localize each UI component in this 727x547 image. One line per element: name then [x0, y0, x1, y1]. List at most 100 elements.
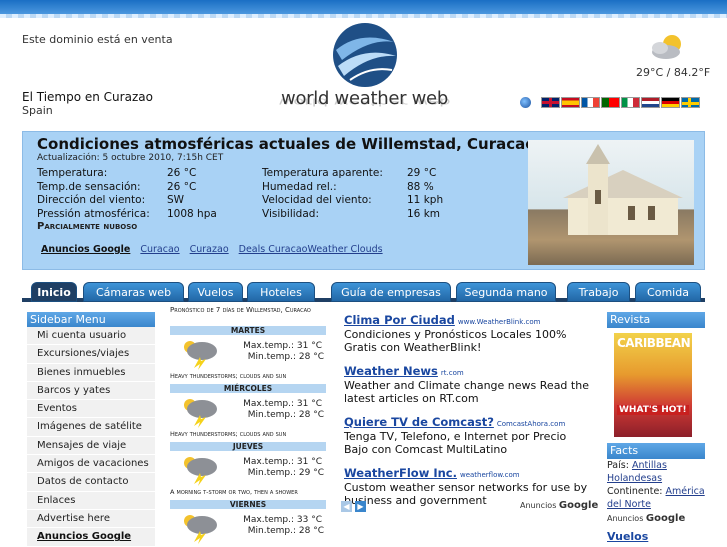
forecast-desc: Heavy thunderstorms; clouds and sun — [170, 430, 287, 438]
cond-value: 11 kph — [407, 194, 444, 206]
sidebar-item-eventos[interactable]: Eventos — [27, 400, 155, 419]
condition-summary: Parcialmente nuboso — [37, 221, 138, 232]
conditions-row: Temperatura: 26 °C Temperatura aparente: 29… — [37, 167, 507, 181]
next-arrow-icon[interactable]: ▶ — [355, 501, 366, 512]
tab-guia-empresas[interactable]: Guía de empresas — [331, 282, 451, 302]
tab-camaras-web[interactable]: Cámaras web — [83, 282, 184, 302]
tab-trabajo[interactable]: Trabajo — [567, 282, 630, 302]
thunderstorm-icon — [184, 515, 217, 544]
site-logo[interactable]: world weather web world weather web — [262, 20, 467, 124]
cond-value: 29 °C — [407, 167, 437, 179]
current-conditions-panel: Condiciones atmosféricas actuales de Wil… — [22, 131, 705, 270]
flag-sweden-icon[interactable] — [681, 97, 700, 108]
ads-by-google-right[interactable]: Anuncios Google — [607, 513, 705, 524]
flag-germany-icon[interactable] — [661, 97, 680, 108]
text-ad: Clima Por Ciudad www.WeatherBlink.com Con… — [344, 309, 589, 354]
facts-header: Facts — [607, 443, 705, 459]
cond-label: Dirección del viento: — [37, 194, 146, 206]
sidebar-item-satelite[interactable]: Imágenes de satélite — [27, 418, 155, 437]
conditions-row: Dirección del viento: SW Velocidad del vie… — [37, 194, 507, 208]
top-banner-strip — [0, 0, 727, 18]
forecast-row: Max.temp.: 31 °C Min.temp.: 29 °C — [170, 451, 326, 488]
flag-france-icon[interactable] — [581, 97, 600, 108]
cond-label: Humedad rel.: — [262, 180, 337, 193]
ad-url[interactable]: www.WeatherBlink.com — [458, 318, 541, 326]
magazine-whats-hot: WHAT'S HOT! — [617, 405, 689, 415]
sidebar-item-mensajes[interactable]: Mensajes de viaje — [27, 436, 155, 456]
globe-icon[interactable] — [520, 97, 531, 108]
ad-link[interactable]: Deals CuracaoWeather Clouds — [239, 244, 383, 255]
revista-header: Revista — [607, 312, 705, 328]
forecast-row: Max.temp.: 31 °C Min.temp.: 28 °C — [170, 335, 326, 372]
sidebar-item-excursiones[interactable]: Excursiones/viajes — [27, 345, 155, 364]
sidebar-item-anuncios[interactable]: Anuncios Google — [27, 528, 155, 547]
sidebar-title: Sidebar Menu — [27, 312, 155, 327]
forecast-min: Min.temp.: 28 °C — [247, 410, 324, 420]
ad-link[interactable]: Curazao — [190, 244, 229, 255]
conditions-row: Pressión atmosférica: 1008 hpa Visibilidad… — [37, 208, 507, 222]
ad-title-link[interactable]: Weather News — [344, 364, 438, 378]
tab-vuelos[interactable]: Vuelos — [188, 282, 243, 302]
cond-value: 26 °C — [167, 180, 197, 193]
ad-title-link[interactable]: Clima Por Ciudad — [344, 313, 455, 327]
magazine-cover[interactable]: CARIBBEAN WHAT'S HOT! — [614, 333, 692, 437]
ad-title-link[interactable]: WeatherFlow Inc. — [344, 466, 457, 480]
tab-segunda-mano[interactable]: Segunda mano — [456, 282, 556, 302]
flag-italy-icon[interactable] — [621, 97, 640, 108]
ad-description: Tenga TV, Telefono, e Internet por Preci… — [344, 430, 567, 456]
conditions-title: Condiciones atmosféricas actuales de Wil… — [37, 135, 536, 153]
forecast-max: Max.temp.: 33 °C — [243, 515, 322, 525]
sidebar-item-bienes[interactable]: Bienes inmuebles — [27, 363, 155, 382]
sidebar-item-enlaces[interactable]: Enlaces — [27, 491, 155, 510]
vuelos-link[interactable]: Vuelos — [607, 530, 705, 543]
city-country: Spain — [22, 104, 53, 117]
cond-value: 26 °C — [167, 167, 197, 179]
ad-link-text: Deals Curacao — [238, 244, 308, 255]
tab-comida[interactable]: Comida — [635, 282, 701, 302]
sidebar-item-contacto[interactable]: Datos de contacto — [27, 473, 155, 492]
facts-label: Continente: — [607, 486, 663, 497]
cond-label: Temp.de sensación: — [37, 180, 141, 193]
text-ads-column: Clima Por Ciudad www.WeatherBlink.com Con… — [344, 309, 589, 513]
sidebar-item-advertise[interactable]: Advertise here — [27, 509, 155, 529]
forecast-desc: Heavy thunderstorms; clouds and sun — [170, 372, 287, 380]
tab-inicio[interactable]: Inicio — [31, 282, 77, 302]
forecast-row: Max.temp.: 33 °C Min.temp.: 28 °C — [170, 509, 326, 546]
forecast-desc: A morning t-storm or two, then a shower — [170, 488, 298, 496]
magazine-title: CARIBBEAN — [617, 336, 691, 350]
sidebar-item-amigos[interactable]: Amigos de vacaciones — [27, 455, 155, 474]
ads-google-label[interactable]: Anuncios Google — [41, 244, 130, 255]
text-ad: Weather News rt.com Weather and Climate c… — [344, 360, 589, 405]
forecast-max: Max.temp.: 31 °C — [243, 399, 322, 409]
flag-netherlands-icon[interactable] — [641, 97, 660, 108]
ad-title-link[interactable]: Quiere TV de Comcast? — [344, 415, 494, 429]
flag-spain-icon[interactable] — [561, 97, 580, 108]
city-photo — [528, 140, 694, 265]
prev-arrow-icon[interactable]: ◀ — [341, 501, 352, 512]
sidebar-item-barcos[interactable]: Barcos y yates — [27, 381, 155, 401]
ad-url[interactable]: rt.com — [441, 369, 464, 377]
forecast-max: Max.temp.: 31 °C — [243, 341, 322, 351]
flag-uk-icon[interactable] — [541, 97, 560, 108]
cond-label: Visibilidad: — [262, 207, 319, 220]
google-wordmark: Google — [645, 513, 686, 524]
tab-hoteles[interactable]: Hoteles — [247, 282, 315, 302]
ad-url[interactable]: ComcastAhora.com — [497, 420, 565, 428]
sidebar-item-mi-cuenta[interactable]: Mi cuenta usuario — [27, 327, 155, 346]
ads-by-text: Anuncios — [607, 514, 644, 523]
ad-link-text[interactable]: Weather Clouds — [307, 244, 382, 255]
forecast-title: Pronóstico de 7 días de Willemstad, Cura… — [170, 306, 311, 314]
thunderstorm-icon — [184, 341, 217, 370]
conditions-row: Temp.de sensación: 26 °C Humedad rel.: 88 % — [37, 181, 507, 195]
domain-sale-link[interactable]: Este dominio está en venta — [22, 33, 173, 46]
google-ad-links: Anuncios Google Curacao Curazao Deals Cu… — [41, 244, 383, 255]
ad-url[interactable]: weatherflow.com — [460, 471, 520, 479]
seven-day-forecast: Pronóstico de 7 días de Willemstad, Cura… — [170, 306, 326, 545]
cond-value: 1008 hpa — [167, 207, 217, 220]
ad-link[interactable]: Curacao — [140, 244, 179, 255]
cond-label: Temperatura: — [37, 167, 108, 179]
forecast-min: Min.temp.: 29 °C — [247, 468, 324, 478]
cond-label: Temperatura aparente: — [262, 167, 383, 179]
flag-portugal-icon[interactable] — [601, 97, 620, 108]
ads-by-google[interactable]: Anuncios Google — [520, 500, 598, 511]
